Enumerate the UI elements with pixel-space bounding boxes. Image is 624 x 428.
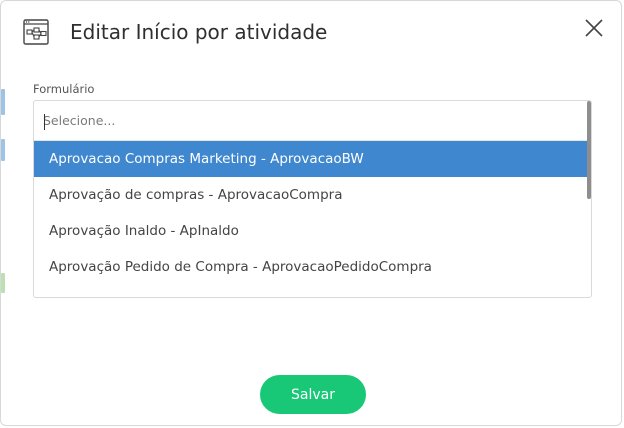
dialog-header: Editar Início por atividade [1, 1, 621, 63]
dropdown-scrollbar[interactable] [587, 101, 591, 199]
process-flow-icon [23, 19, 49, 45]
close-icon[interactable] [583, 17, 605, 39]
background-fragment [1, 273, 5, 293]
form-field-label: Formulário [33, 82, 95, 96]
background-fragment [1, 89, 5, 115]
background-fragment [1, 139, 5, 161]
edit-start-dialog: Editar Início por atividade Formulário A… [0, 0, 622, 426]
save-button[interactable]: Salvar [260, 375, 366, 414]
form-option[interactable]: Aprovacao Compras Marketing - AprovacaoB… [34, 141, 589, 177]
form-select-dropdown: Aprovacao Compras Marketing - AprovacaoB… [33, 100, 592, 298]
form-search-input[interactable] [34, 101, 591, 141]
form-option[interactable]: Aprovação Inaldo - ApInaldo [34, 213, 589, 249]
form-option[interactable]: Aprovação de compras - AprovacaoCompra [34, 177, 589, 213]
form-options-list: Aprovacao Compras Marketing - AprovacaoB… [34, 141, 589, 297]
text-caret [44, 114, 45, 130]
form-option[interactable]: Aprovação Pedido de Compra - AprovacaoPe… [34, 249, 589, 285]
dialog-title: Editar Início por atividade [70, 20, 328, 44]
form-option[interactable]: Aprovacao Pedido de Venda [34, 285, 589, 297]
